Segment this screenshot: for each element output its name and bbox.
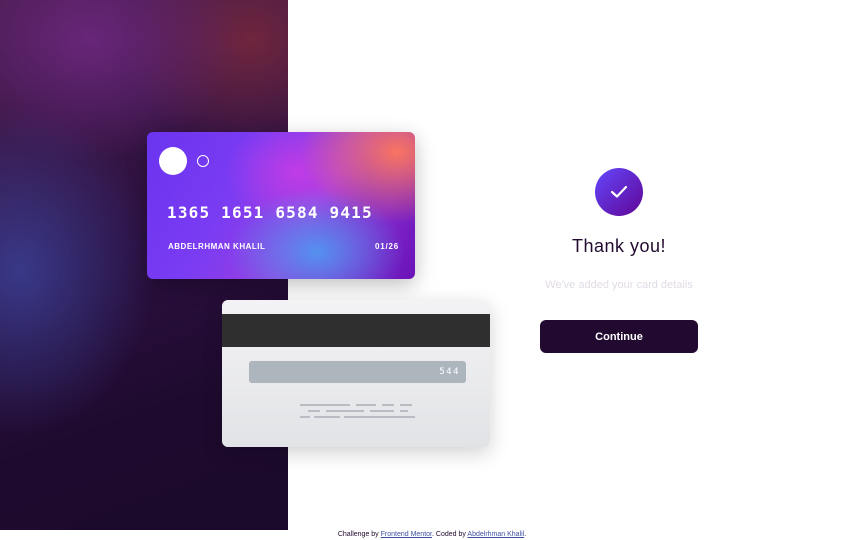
attribution: Challenge by Frontend Mentor. Coded by A… [0, 531, 864, 538]
card-logo-small-circle [197, 155, 209, 167]
author-link[interactable]: Abdelrhman Khalil [467, 531, 524, 538]
card-expiry: 01/26 [374, 242, 399, 251]
success-check-badge [595, 168, 643, 216]
card-back: 544 [222, 300, 490, 447]
attribution-prefix: Challenge by [337, 531, 381, 538]
attribution-middle: . Coded by [432, 531, 468, 538]
card-cvc: 544 [249, 361, 466, 383]
continue-button[interactable]: Continue [540, 320, 698, 353]
thank-you-heading: Thank you! [571, 236, 667, 256]
card-added-message: We've added your card details [545, 279, 693, 291]
card-logo-large-circle [159, 147, 187, 175]
card-number: 1365 1651 6584 9415 [167, 203, 373, 222]
frontend-mentor-link[interactable]: Frontend Mentor [381, 531, 432, 538]
check-icon [610, 185, 628, 198]
card-holder-name: ABDELRHMAN KHALIL [168, 242, 266, 251]
attribution-suffix: . [524, 531, 527, 538]
card-back-pattern [300, 404, 415, 420]
magnetic-stripe [222, 314, 490, 347]
card-front: 1365 1651 6584 9415 ABDELRHMAN KHALIL 01… [147, 132, 415, 279]
